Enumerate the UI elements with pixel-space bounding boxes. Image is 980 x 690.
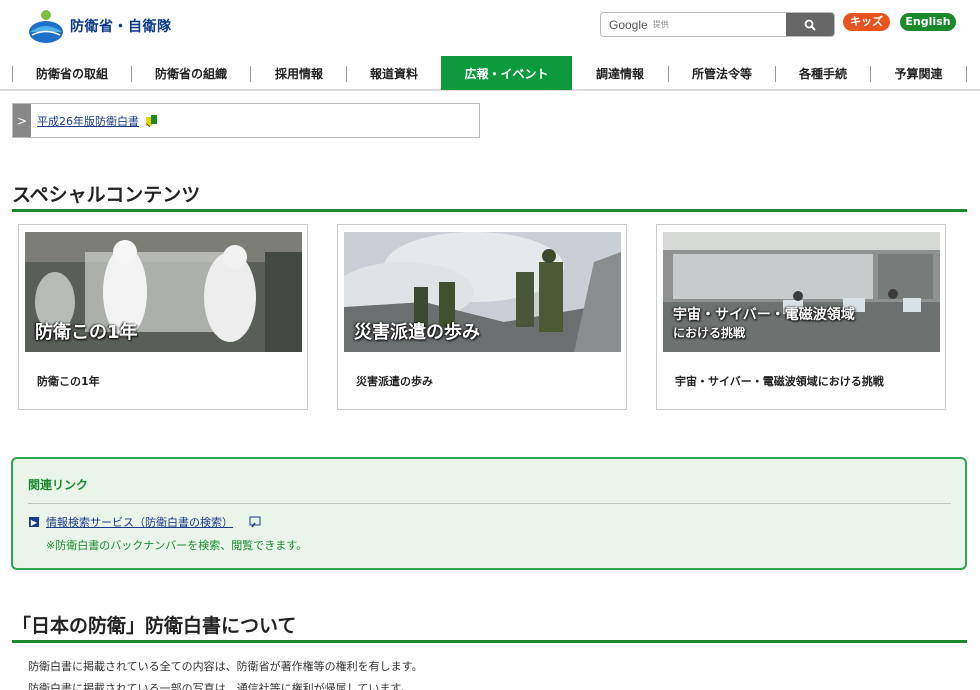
card-overlay-title: 災害派遣の歩み <box>354 322 480 343</box>
related-links-note: ※防衛白書のバックナンバーを検索、閲覧できます。 <box>46 539 308 552</box>
card-overlay-title: 防衛この1年 <box>35 322 138 343</box>
related-links-divider <box>28 503 951 504</box>
english-button[interactable]: English <box>900 13 956 31</box>
search-provided: 提供 <box>652 20 669 29</box>
about-text-line: 防衛白書に掲載されている全ての内容は、防衛省が著作権等の権利を有します。 <box>28 660 423 673</box>
whitepaper-link[interactable]: 平成26年版防衛白書 <box>37 113 139 129</box>
search-service-link[interactable]: 情報検索サービス（防衛白書の検索） <box>46 514 233 530</box>
nav-separator <box>966 66 967 82</box>
search-input[interactable]: Google 提供 <box>601 13 786 36</box>
card-overlay-line: 宇宙・サイバー・電磁波領域 <box>673 307 855 323</box>
document-icon <box>146 114 157 127</box>
card-defense-year[interactable]: 防衛この1年 防衛この1年 <box>18 224 308 410</box>
card-image: 防衛この1年 <box>25 232 302 352</box>
related-links-title: 関連リンク <box>28 478 89 492</box>
site-search: Google 提供 <box>600 12 835 37</box>
card-label: 防衛この1年 <box>37 375 100 388</box>
nav-item-recruitment[interactable]: 採用情報 <box>251 56 347 91</box>
section-divider <box>12 209 967 212</box>
logo-emblem-icon <box>26 8 66 44</box>
site-logo[interactable]: 防衛省・自衛隊 <box>26 8 172 44</box>
external-link-icon <box>249 516 261 528</box>
kids-button[interactable]: キッズ <box>843 13 890 31</box>
nav-item-organization[interactable]: 防衛省の組織 <box>132 56 250 91</box>
about-text-line: 防衛白書に掲載されている一部の写真は、通信社等に権利が帰属しています。 <box>28 682 412 690</box>
global-nav: 防衛省の取組 防衛省の組織 採用情報 報道資料 広報・イベント 調達情報 所管法… <box>0 56 980 91</box>
nav-item-press[interactable]: 報道資料 <box>347 56 441 91</box>
search-button[interactable] <box>786 13 834 36</box>
search-icon <box>804 19 816 31</box>
special-contents-title: スペシャルコンテンツ <box>12 184 201 206</box>
card-space-cyber[interactable]: 宇宙・サイバー・電磁波領域 における挑戦 宇宙・サイバー・電磁波領域における挑戦 <box>656 224 946 410</box>
about-whitepaper-title: 「日本の防衛」防衛白書について <box>12 615 297 637</box>
nav-item-budget[interactable]: 予算関連 <box>871 56 966 91</box>
whitepaper-link-box[interactable]: > 平成26年版防衛白書 <box>12 103 480 138</box>
logo-text: 防衛省・自衛隊 <box>70 19 172 35</box>
nav-item-procurement[interactable]: 調達情報 <box>572 56 668 91</box>
card-image: 災害派遣の歩み <box>344 232 621 352</box>
related-links-box: 関連リンク ▶ 情報検索サービス（防衛白書の検索） ※防衛白書のバックナンバーを… <box>11 457 967 570</box>
arrow-right-icon: ▶ <box>29 517 39 527</box>
section-divider <box>12 640 967 643</box>
nav-item-laws[interactable]: 所管法令等 <box>669 56 775 91</box>
site-header: 防衛省・自衛隊 Google 提供 キッズ English <box>0 0 980 56</box>
card-image: 宇宙・サイバー・電磁波領域 における挑戦 <box>663 232 940 352</box>
card-label: 宇宙・サイバー・電磁波領域における挑戦 <box>675 375 884 388</box>
search-brand: Google <box>609 17 648 32</box>
card-overlay-title: 宇宙・サイバー・電磁波領域 における挑戦 <box>673 306 855 342</box>
card-overlay-line: における挑戦 <box>673 326 746 340</box>
nav-item-initiatives[interactable]: 防衛省の取組 <box>13 56 131 91</box>
card-label: 災害派遣の歩み <box>356 375 433 388</box>
nav-item-pr-events[interactable]: 広報・イベント <box>441 56 572 90</box>
nav-item-procedures[interactable]: 各種手続 <box>776 56 870 91</box>
chevron-right-icon: > <box>13 104 31 137</box>
card-disaster-relief[interactable]: 災害派遣の歩み 災害派遣の歩み <box>337 224 627 410</box>
